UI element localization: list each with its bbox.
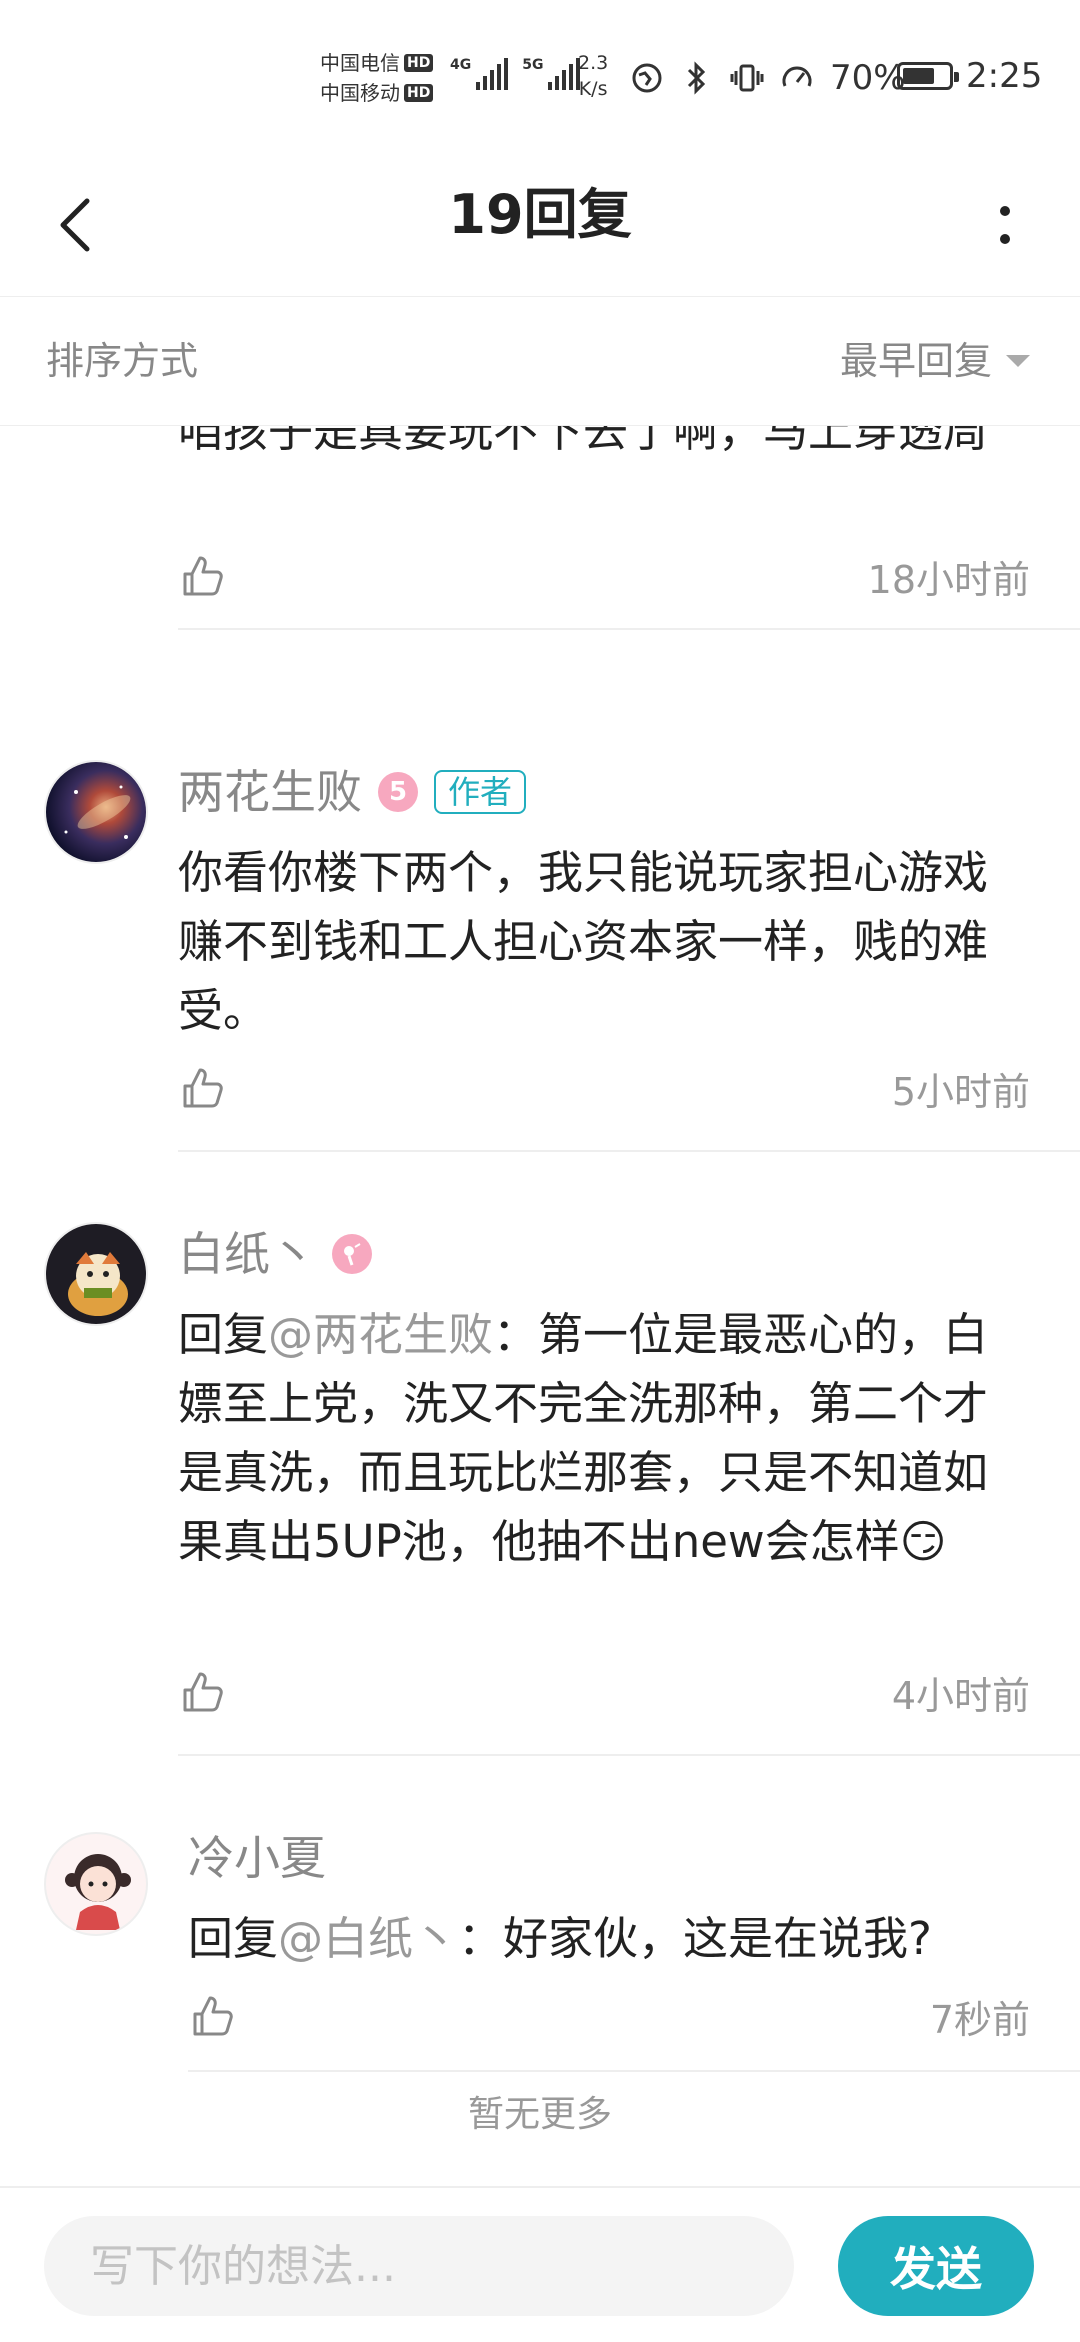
comment-footer: 4小时前 [178, 1662, 1030, 1722]
comment-body: 回复@两花生败：第一位是最恶心的，白嫖至上党，洗又不完全洗那种，第二个才是真洗，… [178, 1300, 1030, 1576]
thumbs-up-icon [193, 1996, 233, 2036]
more-options-button[interactable] [970, 190, 1040, 260]
no-more-indicator: 暂无更多 [467, 2094, 612, 2135]
speed-gauge-icon [780, 61, 814, 95]
clock: 2:25 [966, 56, 1043, 96]
author-tag: 作者 [434, 770, 527, 814]
status-bar: 中国电信 HD 中国移动 HD 4G 5G 2.3 K/s 70% 2:25 [0, 0, 1080, 150]
battery-percent: 70% [830, 58, 906, 98]
comment-list[interactable]: 咱孩子是真要玩不下去了啊，马上穿透周 18小时前 两花生败 5 作者 你看你楼下… [0, 426, 1080, 2186]
like-button[interactable] [188, 1991, 238, 2041]
comment-item: 白纸丶 回复@两花生败：第一位是最恶心的，白嫖至上党，洗又不完全洗那种，第二个才… [0, 1190, 1080, 1790]
comment-item: 两花生败 5 作者 你看你楼下两个，我只能说玩家担心游戏赚不到钱和工人担心资本家… [0, 728, 1080, 1190]
signal-5g-icon: 5G [522, 58, 581, 90]
comment-header: 冷小夏 [188, 1828, 326, 1888]
comment-composer: 发送 [0, 2186, 1080, 2342]
comment-item: 冷小夏 回复@白纸丶：好家伙，这是在说我? 7秒前 [0, 1790, 1080, 2090]
vibrate-icon [730, 61, 764, 95]
network-speed-value: 2.3 [578, 52, 609, 74]
comment-time: 18小时前 [867, 557, 1030, 602]
network-speed: 2.3 K/s [578, 50, 608, 102]
comment-body: 你看你楼下两个，我只能说玩家担心游戏赚不到钱和工人担心资本家一样，贱的难受。 [178, 846, 989, 1037]
caret-down-icon [1006, 355, 1030, 367]
galaxy-avatar-icon [64, 785, 131, 839]
comment-footer: 5小时前 [178, 1058, 1030, 1118]
comment-header: 两花生败 5 作者 [178, 762, 527, 822]
comment-time: 4小时前 [891, 1673, 1030, 1718]
thumbs-up-icon [183, 556, 223, 596]
signal-indicators: 4G 5G [450, 58, 581, 90]
reply-prefix: 回复 [178, 1308, 269, 1361]
username[interactable]: 两花生败 [178, 762, 362, 822]
username[interactable]: 白纸丶 [178, 1224, 316, 1284]
comment-header: 白纸丶 [178, 1224, 372, 1284]
thumbs-up-icon [183, 1068, 223, 1108]
like-button[interactable] [178, 551, 228, 601]
comment-text: ：好家伙，这是在说我? [458, 1912, 932, 1965]
comment-footer: 18小时前 [178, 546, 1030, 606]
like-button[interactable] [178, 1063, 228, 1113]
avatar[interactable] [44, 1832, 148, 1936]
avatar[interactable] [44, 760, 148, 864]
bluetooth-icon [680, 61, 714, 95]
level-badge: 5 [378, 772, 418, 812]
more-vertical-icon [1000, 206, 1010, 244]
carrier-info: 中国电信 HD 中国移动 HD [320, 48, 440, 108]
status-icons: 70% [630, 58, 906, 98]
mention-link[interactable]: @白纸丶 [278, 1912, 458, 1965]
sort-dropdown[interactable]: 最早回复 [840, 337, 1030, 385]
reply-prefix: 回复 [188, 1912, 279, 1965]
comment-time: 5小时前 [891, 1069, 1030, 1114]
location-icon [630, 61, 664, 95]
carrier-2: 中国移动 [320, 81, 400, 105]
sort-label: 排序方式 [46, 339, 199, 383]
hd-badge: HD [404, 54, 434, 72]
username[interactable]: 冷小夏 [188, 1828, 326, 1888]
signal-4g-icon: 4G [450, 58, 509, 90]
sort-bar: 排序方式 最早回复 [0, 297, 1080, 426]
sort-selected-value: 最早回复 [839, 339, 992, 383]
page-title: 19回复 [448, 183, 632, 246]
avatar[interactable] [44, 1222, 148, 1326]
comment-input[interactable] [44, 2216, 794, 2316]
comment-divider [178, 1150, 1080, 1152]
comment-divider [188, 2070, 1080, 2072]
mention-link[interactable]: @两花生败 [268, 1308, 493, 1361]
level-badge-icon [332, 1234, 372, 1274]
send-button[interactable]: 发送 [838, 2216, 1034, 2316]
cartoon-avatar-icon [68, 1252, 128, 1316]
comment-body: 咱孩子是真要玩不下去了啊，马上穿透周 [178, 426, 989, 457]
comment-time: 7秒前 [929, 1997, 1030, 2042]
comment-footer: 7秒前 [188, 1986, 1030, 2046]
comment-divider [178, 1754, 1080, 1756]
comment-body: 回复@白纸丶：好家伙，这是在说我? [188, 1904, 1030, 1973]
network-speed-unit: K/s [578, 78, 608, 100]
battery-icon [897, 62, 959, 90]
nav-bar: 19回复 [0, 150, 1080, 297]
girl-avatar-icon [65, 1854, 131, 1930]
like-button[interactable] [178, 1667, 228, 1717]
hd-badge: HD [404, 84, 434, 102]
carrier-1: 中国电信 [320, 51, 400, 75]
comment-divider [178, 628, 1080, 630]
thumbs-up-icon [183, 1672, 223, 1712]
